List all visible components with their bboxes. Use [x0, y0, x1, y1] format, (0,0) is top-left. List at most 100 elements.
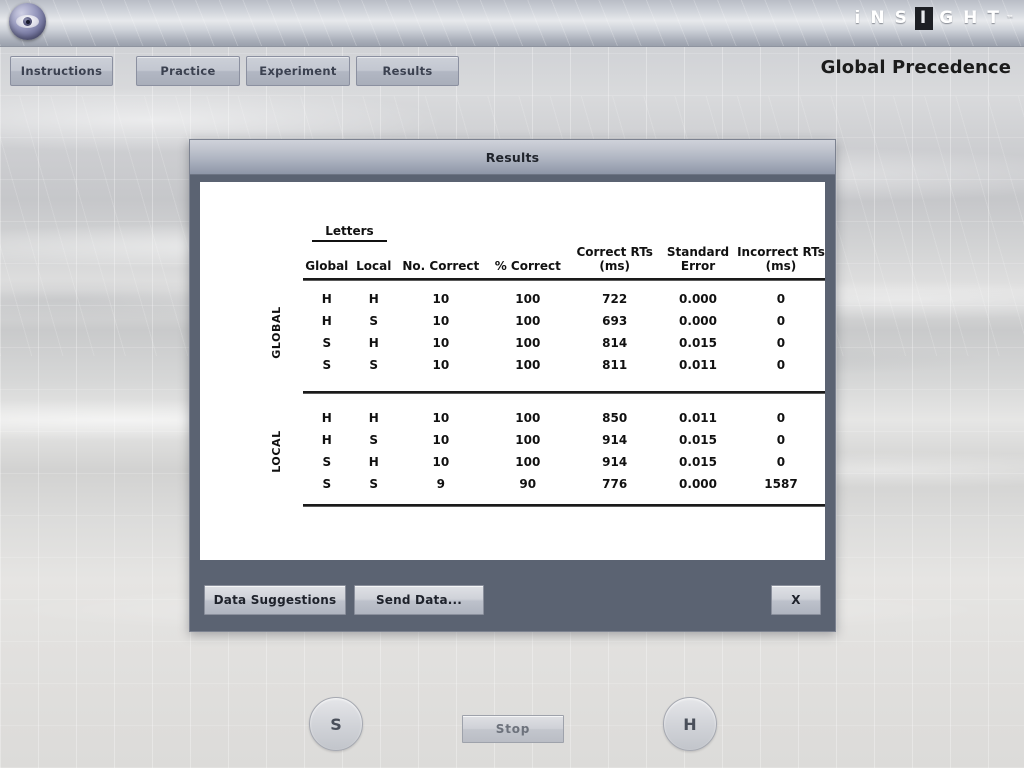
table-spacer-row — [250, 393, 825, 407]
cell-global: S — [322, 455, 332, 469]
insight-brand-logo: i N S I G H T ™ — [851, 5, 1014, 31]
tab-experiment[interactable]: Experiment — [246, 56, 350, 86]
cell-correct-rt: 722 — [602, 292, 628, 306]
column-header-global-line1: Global — [305, 259, 349, 273]
data-suggestions-label: Data Suggestions — [213, 593, 337, 607]
dialog-title: Results — [485, 149, 540, 165]
cell-incorrect-rt: 0 — [776, 433, 786, 447]
section-label-global: GLOBAL — [250, 288, 303, 376]
cell-standard-error: 0.015 — [679, 336, 717, 350]
cell-incorrect-rt: 1587 — [764, 477, 798, 491]
rule-spacer-left — [250, 503, 303, 506]
dialog-title-bar: Results — [190, 140, 835, 175]
cell-local: S — [369, 358, 379, 372]
brand-letter-7: T — [987, 8, 1001, 28]
cell-correct-rt: 811 — [602, 358, 628, 372]
cell-local: H — [368, 292, 379, 306]
cell-standard-error: 0.011 — [679, 358, 717, 372]
table-row: S H 10 100 814 0.015 0 — [250, 332, 825, 354]
table-row: H S 10 100 914 0.015 0 — [250, 429, 825, 451]
cell-standard-error: 0.011 — [679, 411, 717, 425]
cell-pct-correct: 100 — [515, 358, 541, 372]
tab-experiment-label: Experiment — [259, 64, 337, 78]
cell-global: S — [322, 358, 332, 372]
bottom-rule-cell — [302, 503, 825, 506]
cell-standard-error: 0.000 — [679, 292, 717, 306]
column-header-incorrect-rts: Incorrect RTs (ms) — [737, 245, 825, 277]
response-button-h-label: H — [683, 714, 697, 734]
letters-underline — [311, 240, 388, 242]
cell-no-correct: 10 — [432, 433, 450, 447]
tab-practice[interactable]: Practice — [136, 56, 240, 86]
column-header-incorrect-rts-line2: (ms) — [765, 259, 797, 273]
page-title: Global Precedence — [820, 57, 1011, 78]
cell-incorrect-rt: 0 — [776, 358, 786, 372]
cell-pct-correct: 100 — [515, 433, 541, 447]
table-row: LOCAL H H 10 100 850 0.011 0 — [250, 407, 825, 472]
table-bottom-rule-row — [250, 503, 825, 506]
cell-local: S — [369, 477, 379, 491]
tab-instructions[interactable]: Instructions — [10, 56, 113, 86]
cell-standard-error: 0.015 — [679, 455, 717, 469]
brand-letter-3: S — [894, 8, 909, 28]
application-window: i N S I G H T ™ Instructions Practice Ex… — [0, 0, 1024, 768]
cell-global: H — [321, 314, 332, 328]
cell-pct-correct: 100 — [515, 292, 541, 306]
response-button-h[interactable]: H — [663, 697, 717, 751]
header-rowlabel-corner — [250, 245, 303, 277]
section-label-local: LOCAL — [250, 407, 303, 495]
table-spacer-row — [250, 376, 825, 390]
cell-correct-rt: 850 — [602, 411, 628, 425]
cell-no-correct: 10 — [432, 292, 450, 306]
cell-global: H — [321, 433, 332, 447]
stop-button-label: Stop — [495, 722, 531, 736]
cell-incorrect-rt: 0 — [776, 314, 786, 328]
column-header-no-correct-line1: No. Correct — [402, 259, 480, 273]
column-header-local: Local — [351, 245, 396, 277]
table-header-row: Global Local No. Correct % Correct Corre… — [250, 245, 825, 277]
cell-local: H — [368, 336, 379, 350]
column-header-correct-rts: Correct RTs (ms) — [570, 245, 659, 277]
cell-incorrect-rt: 0 — [776, 455, 786, 469]
table-spacer-row — [250, 495, 825, 503]
dialog-footer: Data Suggestions Send Data... X — [190, 569, 835, 631]
send-data-button[interactable]: Send Data... — [354, 585, 484, 615]
close-button[interactable]: X — [771, 585, 821, 615]
cell-global: H — [321, 292, 332, 306]
cell-incorrect-rt: 0 — [776, 411, 786, 425]
results-table-container: Letters Global Local No. Correct % Corre… — [200, 182, 825, 560]
bottom-rule — [302, 504, 825, 506]
cell-standard-error: 0.000 — [679, 314, 717, 328]
brand-letter-1: i — [854, 8, 863, 28]
cell-no-correct: 10 — [432, 336, 450, 350]
cell-global: S — [322, 477, 332, 491]
column-header-correct-rts-line1: Correct RTs — [576, 245, 653, 259]
column-header-pct-correct: % Correct — [485, 245, 570, 277]
spacer-cell — [250, 280, 825, 288]
tab-results[interactable]: Results — [356, 56, 459, 86]
response-button-s-label: S — [330, 714, 342, 734]
group-header-empty — [396, 224, 825, 245]
cell-no-correct: 9 — [436, 477, 446, 491]
cell-no-correct: 10 — [432, 314, 450, 328]
cell-local: S — [369, 433, 379, 447]
data-suggestions-button[interactable]: Data Suggestions — [204, 585, 346, 615]
cell-no-correct: 10 — [432, 455, 450, 469]
table-row: S H 10 100 914 0.015 0 — [250, 451, 825, 473]
app-header-bar: i N S I G H T ™ — [0, 0, 1024, 47]
cell-pct-correct: 100 — [515, 336, 541, 350]
response-button-s[interactable]: S — [309, 697, 363, 751]
stop-button[interactable]: Stop — [462, 715, 564, 743]
brand-letter-5: G — [939, 8, 956, 28]
brand-letter-6: H — [963, 8, 980, 28]
eye-pupil — [25, 19, 30, 24]
brand-letter-2: N — [870, 8, 887, 28]
section-label-local-text: LOCAL — [269, 429, 283, 473]
trademark-symbol: ™ — [1006, 13, 1014, 23]
cell-standard-error: 0.000 — [679, 477, 717, 491]
letters-group-header: Letters — [303, 224, 397, 245]
cell-no-correct: 10 — [432, 411, 450, 425]
cell-pct-correct: 100 — [515, 314, 541, 328]
cell-correct-rt: 914 — [602, 433, 628, 447]
column-header-no-correct: No. Correct — [396, 245, 485, 277]
